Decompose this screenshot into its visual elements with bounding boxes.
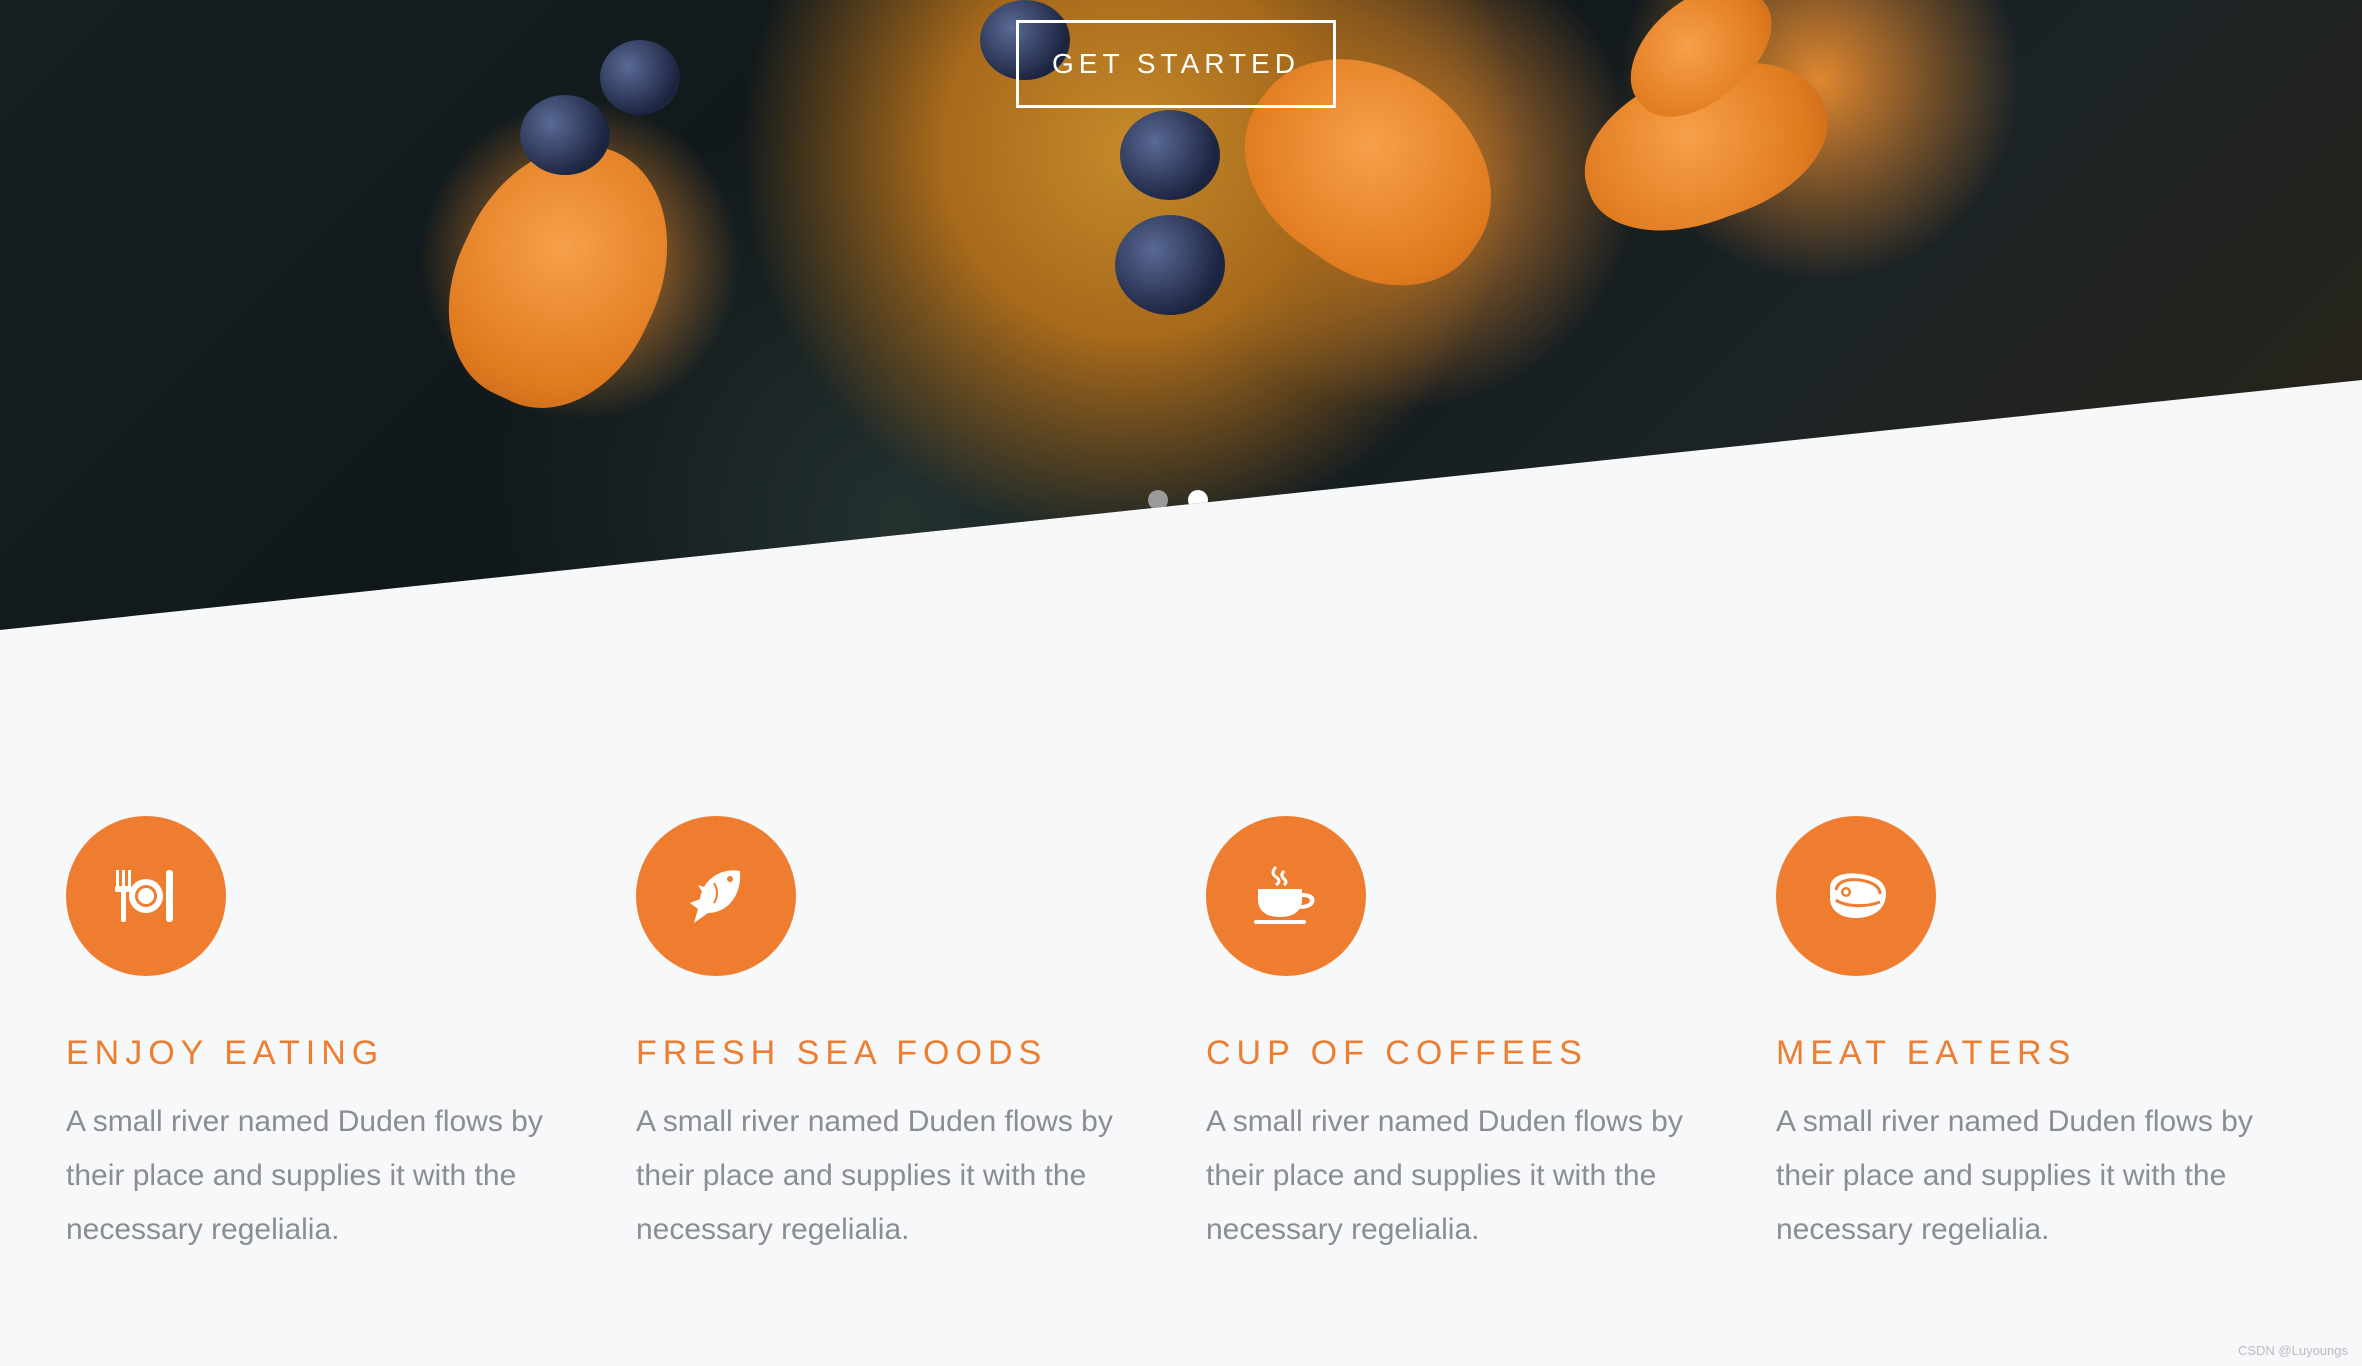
- feature-description: A small river named Duden flows by their…: [66, 1105, 543, 1246]
- get-started-button[interactable]: GET STARTED: [1016, 20, 1336, 108]
- fish-icon: [690, 870, 741, 923]
- feature-icon-circle: [1776, 816, 1936, 976]
- feature-cup-of-coffees: CUP OF COFFEES A small river named Duden…: [1206, 816, 1776, 1257]
- feature-title: MEAT EATERS: [1776, 1034, 2077, 1072]
- hero-banner: GET STARTED: [0, 0, 2362, 630]
- features-section: ENJOY EATING A small river named Duden f…: [66, 816, 2356, 1257]
- feature-title: CUP OF COFFEES: [1206, 1034, 1588, 1072]
- blueberry-decoration: [600, 40, 680, 115]
- slider-dot-2[interactable]: [1188, 490, 1208, 510]
- feature-icon-circle: [66, 816, 226, 976]
- steak-icon: [1830, 873, 1886, 918]
- feature-icon-circle: [1206, 816, 1366, 976]
- coffee-cup-icon: [1254, 865, 1315, 924]
- slider-dot-1[interactable]: [1148, 490, 1168, 510]
- feature-fresh-sea-foods: FRESH SEA FOODS A small river named Dude…: [636, 816, 1206, 1257]
- feature-meat-eaters: MEAT EATERS A small river named Duden fl…: [1776, 816, 2346, 1257]
- feature-description: A small river named Duden flows by their…: [1206, 1105, 1683, 1246]
- blueberry-decoration: [1115, 215, 1225, 315]
- feature-description: A small river named Duden flows by their…: [1776, 1105, 2253, 1246]
- feature-enjoy-eating: ENJOY EATING A small river named Duden f…: [66, 816, 636, 1257]
- feature-title: FRESH SEA FOODS: [636, 1034, 1048, 1072]
- slider-dots: [1148, 490, 1208, 510]
- blueberry-decoration: [520, 95, 610, 175]
- credit-watermark: CSDN @Luyoungs: [2237, 1343, 2348, 1358]
- feature-description: A small river named Duden flows by their…: [636, 1105, 1113, 1246]
- blueberry-decoration: [1120, 110, 1220, 200]
- feature-icon-circle: [636, 816, 796, 976]
- dining-plate-icon: [115, 870, 173, 922]
- feature-title: ENJOY EATING: [66, 1034, 385, 1072]
